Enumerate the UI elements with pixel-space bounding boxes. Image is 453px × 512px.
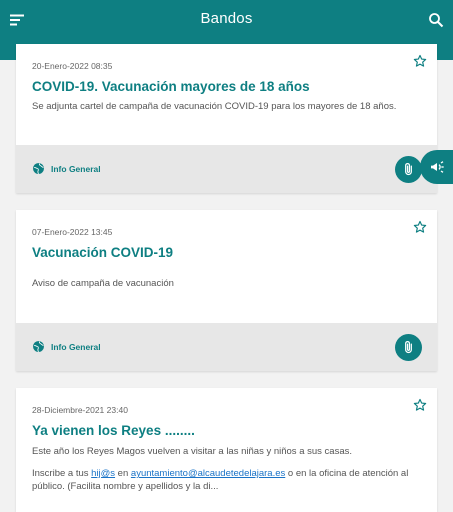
desc-text: en — [115, 468, 131, 479]
bando-card[interactable]: 20-Enero-2022 08:35 COVID-19. Vacunación… — [16, 44, 437, 193]
star-outline-icon[interactable] — [413, 54, 427, 68]
card-title[interactable]: COVID-19. Vacunación mayores de 18 años — [32, 79, 310, 94]
star-outline-icon[interactable] — [413, 220, 427, 234]
link-hijs[interactable]: hij@s — [91, 468, 115, 479]
bando-card[interactable]: 28-Diciembre-2021 23:40 Ya vienen los Re… — [16, 388, 437, 512]
card-date: 20-Enero-2022 08:35 — [32, 61, 113, 71]
card-category: Info General — [51, 164, 101, 174]
page-title: Bandos — [200, 10, 253, 27]
card-date: 28-Diciembre-2021 23:40 — [32, 405, 128, 415]
card-category: Info General — [51, 342, 101, 352]
desc-text: Inscribe a tus — [32, 468, 92, 479]
card-footer: Info General — [16, 323, 437, 371]
card-footer: Info General — [16, 145, 437, 193]
globe-icon — [32, 162, 45, 175]
attachment-button[interactable] — [395, 156, 422, 183]
search-icon[interactable] — [428, 12, 444, 28]
card-description-2: Inscribe a tus hij@s en ayuntamiento@alc… — [32, 467, 409, 493]
attachment-button[interactable] — [395, 334, 422, 361]
card-description: Se adjunta cartel de campaña de vacunaci… — [32, 101, 397, 112]
card-title[interactable]: Vacunación COVID-19 — [32, 245, 173, 260]
card-title[interactable]: Ya vienen los Reyes ........ — [32, 423, 195, 438]
megaphone-icon — [431, 161, 444, 173]
email-link[interactable]: ayuntamiento@alcaudetedelajara.es — [131, 468, 285, 479]
app-bar: Bandos — [0, 0, 453, 40]
bando-card[interactable]: 07-Enero-2022 13:45 Vacunación COVID-19 … — [16, 210, 437, 371]
card-description: Este año los Reyes Magos vuelven a visit… — [32, 446, 352, 457]
card-description: Aviso de campaña de vacunación — [32, 278, 174, 289]
card-date: 07-Enero-2022 13:45 — [32, 227, 113, 237]
star-outline-icon[interactable] — [413, 398, 427, 412]
globe-icon — [32, 340, 45, 353]
announcement-fab[interactable] — [420, 150, 453, 184]
